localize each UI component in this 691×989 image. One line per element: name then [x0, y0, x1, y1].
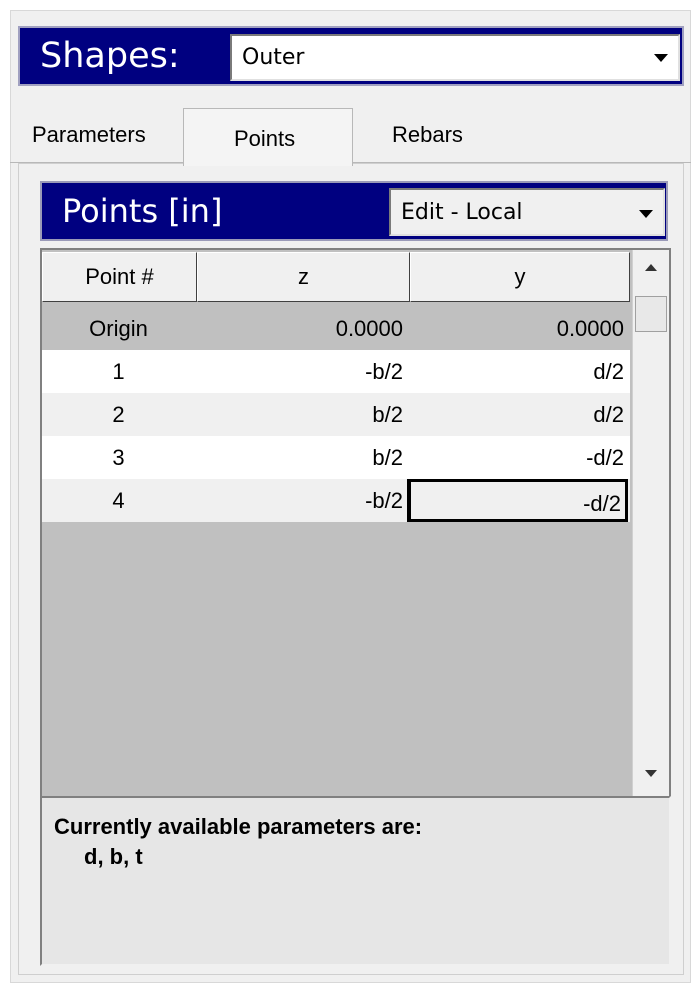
cell-z[interactable]: 0.0000 [195, 307, 407, 350]
column-header-y[interactable]: y [410, 252, 630, 302]
scrollbar-thumb[interactable] [635, 296, 667, 332]
table-row[interactable]: 4 -b/2 -d/2 [42, 479, 630, 522]
shapes-label: Shapes: [40, 36, 180, 76]
edit-mode-value: Edit - Local [401, 200, 523, 225]
column-header-point[interactable]: Point # [42, 252, 197, 302]
cell-y-selected[interactable]: -d/2 [407, 479, 628, 522]
shapes-dropdown-value: Outer [242, 45, 305, 70]
chevron-down-icon[interactable] [654, 54, 668, 62]
table-row-origin[interactable]: Origin 0.0000 0.0000 [42, 307, 630, 350]
chevron-down-icon[interactable] [639, 210, 653, 218]
info-heading: Currently available parameters are: [54, 814, 423, 839]
cell-z[interactable]: b/2 [195, 393, 407, 436]
cell-point[interactable]: 4 [42, 479, 195, 522]
tab-rebars[interactable]: Rebars [392, 120, 463, 150]
cell-y[interactable]: -d/2 [407, 436, 628, 479]
table-row[interactable]: 3 b/2 -d/2 [42, 436, 630, 479]
table-row[interactable]: 1 -b/2 d/2 [42, 350, 630, 393]
cell-z[interactable]: -b/2 [195, 350, 407, 393]
arrow-down-icon [645, 770, 657, 777]
cell-point[interactable]: 3 [42, 436, 195, 479]
edit-mode-dropdown[interactable]: Edit - Local [389, 188, 665, 236]
vertical-scrollbar[interactable] [632, 250, 669, 796]
table-row[interactable]: 2 b/2 d/2 [42, 393, 630, 436]
cell-y[interactable]: d/2 [407, 393, 628, 436]
tab-parameters[interactable]: Parameters [32, 120, 146, 150]
points-grid[interactable]: Point # z y Origin 0.0000 0.0000 1 -b/2 … [40, 248, 671, 798]
points-title: Points [in] [62, 192, 223, 230]
scroll-down-button[interactable] [635, 758, 667, 788]
parameters-info-box: Currently available parameters are: d, b… [40, 796, 671, 966]
scroll-up-button[interactable] [635, 254, 667, 284]
cell-z[interactable]: -b/2 [195, 479, 407, 522]
cell-y[interactable]: d/2 [407, 350, 628, 393]
tab-points[interactable]: Points [234, 124, 295, 154]
column-header-z[interactable]: z [197, 252, 410, 302]
cell-y[interactable]: 0.0000 [407, 307, 628, 350]
cell-point[interactable]: 2 [42, 393, 195, 436]
cell-z[interactable]: b/2 [195, 436, 407, 479]
info-parameters: d, b, t [84, 844, 143, 869]
cell-point[interactable]: Origin [42, 307, 195, 350]
arrow-up-icon [645, 264, 657, 271]
cell-point[interactable]: 1 [42, 350, 195, 393]
tab-active-gap [184, 160, 352, 164]
shapes-dropdown[interactable]: Outer [230, 34, 680, 81]
